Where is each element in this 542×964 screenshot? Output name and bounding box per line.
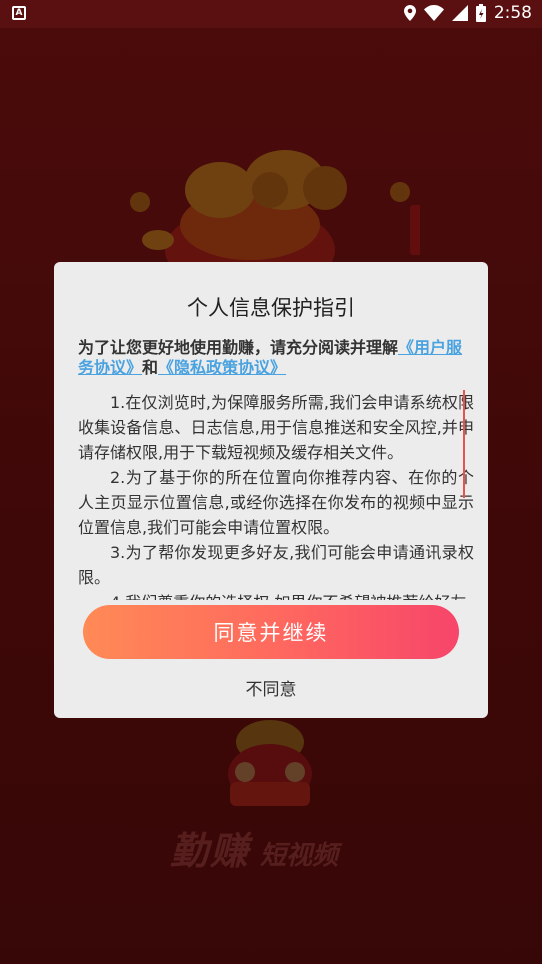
intro-text: 为了让您更好地使用勤赚，请充分阅读并理解 <box>78 338 399 357</box>
notification-app-icon: A <box>12 6 26 20</box>
policy-paragraph: 1.在仅浏览时,为保障服务所需,我们会申请系统权限收集设备信息、日志信息,用于信… <box>78 393 474 462</box>
status-icons: 2:58 <box>403 3 532 23</box>
policy-paragraph: 4.我们尊重你的选择权,如果你不希望被推荐给好友 <box>78 590 474 600</box>
policy-content-scroll[interactable]: 1.在仅浏览时,为保障服务所需,我们会申请系统权限收集设备信息、日志信息,用于信… <box>78 390 474 600</box>
wifi-icon <box>423 5 444 21</box>
battery-icon <box>475 4 486 22</box>
status-bar: A 2:58 <box>0 0 542 28</box>
policy-paragraph: 2.为了基于你的所在位置向你推荐内容、在你的个人主页显示位置信息,或经你选择在你… <box>78 468 474 537</box>
privacy-dialog: 个人信息保护指引 为了让您更好地使用勤赚，请充分阅读并理解《用户服务协议》和《隐… <box>54 262 488 718</box>
policy-paragraph: 3.为了帮你发现更多好友,我们可能会申请通讯录权限。 <box>78 543 474 587</box>
dialog-intro: 为了让您更好地使用勤赚，请充分阅读并理解《用户服务协议》和《隐私政策协议》 <box>78 338 470 378</box>
status-time: 2:58 <box>493 3 532 23</box>
content-scrollbar[interactable] <box>463 390 465 498</box>
disagree-button[interactable]: 不同意 <box>221 676 321 704</box>
privacy-policy-link[interactable]: 《隐私政策协议》 <box>158 358 286 377</box>
dialog-title: 个人信息保护指引 <box>187 296 355 320</box>
agree-continue-button[interactable]: 同意并继续 <box>83 605 459 659</box>
intro-and-text: 和 <box>142 358 159 377</box>
signal-icon <box>451 5 468 21</box>
location-icon <box>403 5 416 21</box>
